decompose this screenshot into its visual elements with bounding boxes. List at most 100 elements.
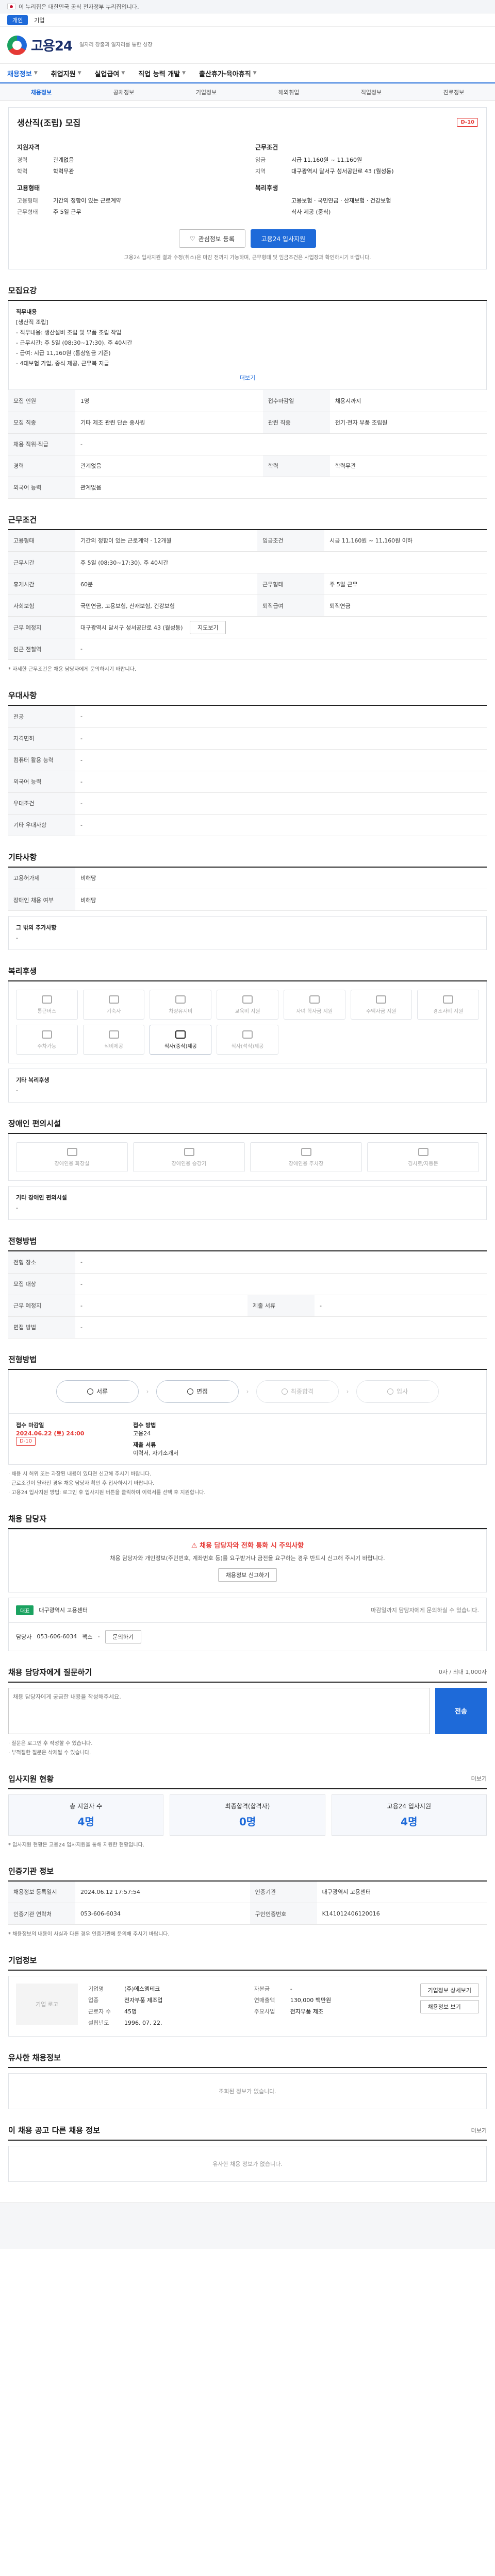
- table-row: 우대조건 -: [8, 792, 487, 815]
- sub-nav: 채용정보 공채정보 기업정보 해외취업 직업정보 진로정보: [0, 83, 495, 101]
- table-row: 경력 관계없음 학력 학력무관: [8, 455, 487, 477]
- bus-icon: [41, 995, 52, 1004]
- manager-hint: 마감일까지 담당자에게 문의하실 수 있습니다.: [371, 1607, 479, 1614]
- section-info: 인증기관 정보 채용정보 등록일시 2024.06.12 17:57:54 인증기관…: [8, 1866, 487, 1940]
- scrap-button[interactable]: ♡ 관심정보 등록: [178, 229, 245, 248]
- deadline-date: 2024.06.22 (토) 24:00: [16, 1430, 85, 1437]
- chevron-down-icon: ▼: [253, 71, 257, 76]
- chevron-down-icon: ▼: [77, 71, 81, 76]
- welfare-item: 식비제공: [82, 1025, 145, 1055]
- corp-detail-button[interactable]: 기업정보 상세보기: [420, 1984, 479, 1997]
- disability-grid: 장애인용 화장실 장애인용 승강기 장애인용 주차장 경사로/자동문: [8, 1134, 487, 1181]
- apply-note: 고용24 입사지원 결과 수정(취소)은 마감 전까지 가능하며, 근무형태 및…: [124, 255, 371, 261]
- flag-icon: [387, 1388, 393, 1395]
- site-logo[interactable]: 고용24: [7, 35, 73, 55]
- welfare-etc: 기타 복리후생 -: [8, 1069, 487, 1103]
- subnav-overseas[interactable]: 해외취업: [278, 88, 299, 96]
- kv-row: 학력 학력무관: [17, 168, 74, 175]
- welfare-item-active: 식사(중식)제공: [150, 1025, 212, 1055]
- stats-grid: 총 지원자 수 4명 최종합격(합격자) 0명 고용24 입사지원 4명: [8, 1794, 487, 1836]
- corp-details-2: 자본금 - 연매출액 130,000 백만원 주요사업 전자부품 제조: [254, 1986, 332, 2015]
- more-button[interactable]: 더보기: [16, 373, 479, 383]
- table-row: 기타 우대사항 -: [8, 814, 487, 836]
- welfare-item: 차량유지비: [150, 990, 212, 1020]
- company-logo: 기업 로고: [16, 1984, 78, 2025]
- question-input[interactable]: [8, 1687, 430, 1734]
- table-row: 고용허가제 비해당: [8, 867, 487, 889]
- subnav-career[interactable]: 진로정보: [443, 88, 464, 96]
- footer: [0, 2202, 495, 2249]
- more-link[interactable]: 더보기: [471, 1774, 487, 1783]
- inquiry-button[interactable]: 문의하기: [105, 1630, 142, 1643]
- kv-row: 근무형태 주 5일 근무: [17, 209, 81, 215]
- disability-item: 장애인용 주차장: [250, 1142, 362, 1172]
- nav-leave[interactable]: 출산휴가·육아휴직 ▼: [199, 69, 257, 78]
- section-manager: 채용 담당자 ⚠ 채용 담당자와 전화 통화 시 주의사항 채용 담당자와 개인…: [8, 1513, 487, 1651]
- section-title: 유사한 채용정보: [8, 2052, 487, 2068]
- arrow-icon: ›: [346, 1387, 349, 1395]
- nav-support[interactable]: 취업지원 ▼: [51, 69, 81, 78]
- section-method: 전형방법 전형 장소 - 모집 대상 - 근무 예정지 - 제출 서류 - 면접 방법 -: [8, 1235, 487, 1338]
- check-icon: [281, 1388, 288, 1395]
- parking-icon: [41, 1030, 52, 1039]
- section-title: 채용 담당자에게 질문하기 0자 / 최대 1,000자: [8, 1667, 487, 1683]
- subnav-occupation[interactable]: 직업정보: [361, 88, 382, 96]
- manager-contact: 대표 대구광역시 고용센터 마감일까지 담당자에게 문의하실 수 있습니다.: [8, 1597, 487, 1623]
- dinner-icon: [242, 1030, 253, 1039]
- job-description: 직무내용 [생산직 조립] - 직무내용: 생산설비 조립 및 부품 조립 작업…: [8, 301, 487, 390]
- preference-table: 전공 - 자격면허 - 컴퓨터 활용 능력 - 외국어 능력 - 우대조건 - 기타 우대…: [8, 706, 487, 836]
- job-summary-grid: 지원자격 경력 관계없음 학력 학력무관 고용형태 고용형태 기간의 정함이 있는 근…: [17, 137, 478, 218]
- dday-badge: D-10: [16, 1436, 36, 1446]
- kv-row: 고용보험 · 국민연금 · 산재보험 · 건강보험: [291, 197, 391, 204]
- dday-badge: D-10: [457, 117, 478, 127]
- phone-number[interactable]: 053-606-6034: [37, 1633, 77, 1640]
- gov-banner-text: 이 누리집은 대한민국 공식 전자정부 누리집입니다.: [19, 3, 139, 10]
- table-row: 모집 직종 기타 제조 관련 단순 종사원 관련 직종 전기·전자 부품 조립원: [8, 412, 487, 434]
- deadline-block: 접수 마감일 2024.06.22 (토) 24:00 D-10: [16, 1421, 128, 1457]
- welfare-item: 식사(석식)제공: [217, 1025, 278, 1055]
- nav-training[interactable]: 직업 능력 개발 ▼: [138, 69, 186, 78]
- table-row: 컴퓨터 활용 능력 -: [8, 749, 487, 771]
- tab-personal[interactable]: 개인: [7, 14, 28, 25]
- toilet-icon: [67, 1147, 77, 1156]
- table-row: 면접 방법 -: [8, 1316, 487, 1338]
- section-title: 전형방법: [8, 1354, 487, 1370]
- map-button[interactable]: 지도보기: [190, 620, 226, 634]
- info-note: * 채용정보의 내용이 사실과 다른 경우 인증기관에 문의해 주시기 바랍니다…: [8, 1931, 170, 1937]
- more-link[interactable]: 더보기: [471, 2126, 487, 2134]
- stats-note: * 입사지원 현황은 고용24 입사지원을 통해 지원한 현황입니다.: [8, 1842, 144, 1848]
- corp-jobs-button[interactable]: 채용정보 보기: [420, 2000, 479, 2013]
- section-recommend: 이 채용 공고 다른 채용 정보 더보기 유사한 채용 정보가 없습니다.: [8, 2125, 487, 2182]
- stat-card: 고용24 입사지원 4명: [331, 1794, 487, 1836]
- desc-line: - 근무시간: 주 5일 (08:30~17:30), 주 40시간: [16, 340, 133, 346]
- nav-jobs[interactable]: 채용정보 ▼: [7, 69, 38, 78]
- section-title: 기타사항: [8, 852, 487, 868]
- table-row: 외국어 능력 -: [8, 771, 487, 793]
- desc-line: - 4대보험 가입, 중식 제공, 근무복 지급: [16, 360, 109, 367]
- tab-company[interactable]: 기업: [34, 16, 44, 24]
- empty-state: 유사한 채용 정보가 없습니다.: [8, 2146, 487, 2182]
- elevator-icon: [184, 1147, 194, 1156]
- subnav-company[interactable]: 기업정보: [196, 88, 217, 96]
- subnav-jobs[interactable]: 채용정보: [31, 88, 52, 96]
- welfare-item: 기숙사: [82, 990, 145, 1020]
- chevron-down-icon: ▼: [34, 71, 38, 76]
- chip: 대표: [16, 1605, 34, 1615]
- step-interview: 면접: [156, 1380, 239, 1403]
- kv-row: 고용형태 기간의 정함이 있는 근로계약: [17, 197, 121, 204]
- subnav-public[interactable]: 공채정보: [113, 88, 134, 96]
- disability-item: 장애인용 화장실: [16, 1142, 128, 1172]
- report-button[interactable]: 채용정보 신고하기: [218, 1568, 277, 1582]
- info-table: 채용정보 등록일시 2024.06.12 17:57:54 인증기관 대구광역시 고용…: [8, 1881, 487, 1925]
- corp-details: 기업명 (주)에스엠테크 업종 전자부품 제조업 근로자 수 45명 설립년도 1996…: [88, 1986, 163, 2026]
- disability-item: 경사로/자동문: [367, 1142, 479, 1172]
- graduation-icon: [309, 995, 320, 1004]
- other-table: 고용허가제 비해당 장애인 채용 여부 비해당: [8, 867, 487, 911]
- gift-icon: [443, 995, 454, 1004]
- send-button[interactable]: 전송: [435, 1687, 487, 1734]
- section-corp: 기업정보 기업 로고 기업명 (주)에스엠테크 업종 전자부품 제조업 근로자 수4…: [8, 1955, 487, 2037]
- section-title: 채용 담당자: [8, 1513, 487, 1529]
- korea-flag-icon: [7, 4, 15, 9]
- apply-button[interactable]: 고용24 입사지원: [250, 229, 317, 248]
- nav-unemployment[interactable]: 실업급여 ▼: [95, 69, 125, 78]
